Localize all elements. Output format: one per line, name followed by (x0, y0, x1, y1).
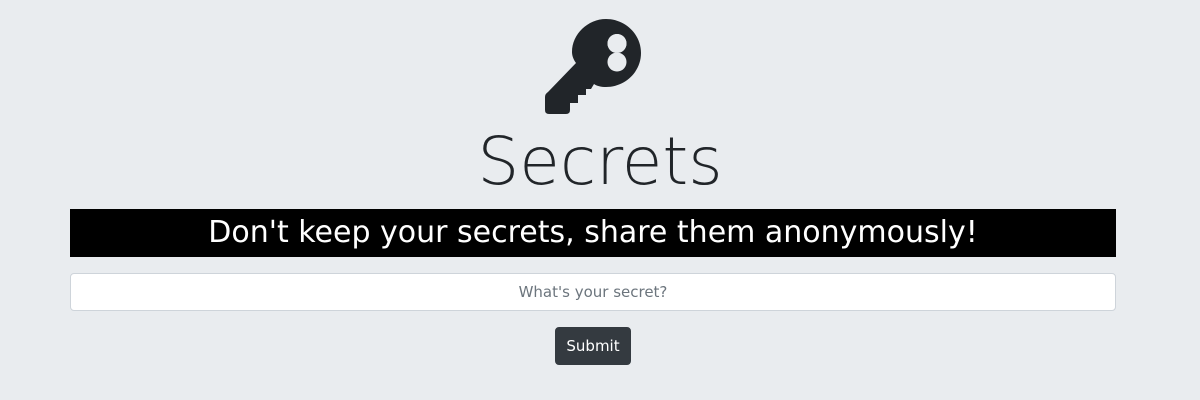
submit-button[interactable]: Submit (555, 327, 631, 365)
secret-input[interactable] (70, 273, 1116, 311)
tagline-text: Don't keep your secrets, share them anon… (208, 215, 978, 250)
key-icon (542, 17, 644, 117)
page-title: Secrets (477, 123, 723, 200)
tagline-banner: Don't keep your secrets, share them anon… (70, 209, 1116, 257)
